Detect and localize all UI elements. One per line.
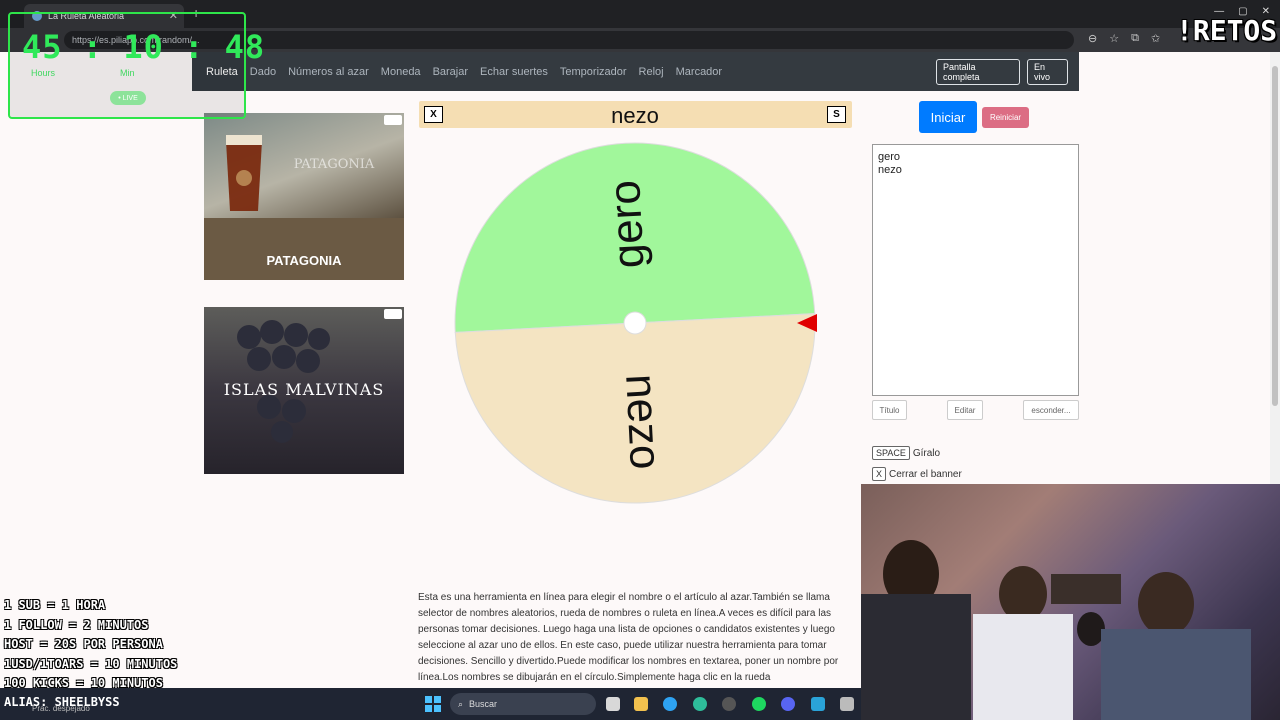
- favorite-icon[interactable]: ☆: [1109, 32, 1119, 45]
- result-shortcut-button[interactable]: S: [827, 106, 846, 123]
- rule-line: 1 FOLLOW = 2 MINUTOS: [4, 617, 149, 632]
- result-name: nezo: [611, 103, 659, 128]
- hint-space-text: Gíralo: [912, 447, 941, 459]
- search-icon: ⌕: [458, 698, 464, 709]
- windows-start-icon[interactable]: [425, 696, 441, 712]
- search-placeholder: Buscar: [469, 699, 498, 709]
- webcam-scene: [861, 540, 1251, 720]
- min-label: Min: [120, 68, 135, 78]
- nav-item-moneda[interactable]: Moneda: [381, 66, 421, 78]
- wheel-label-nezo: nezo: [616, 373, 670, 471]
- wheel-label-gero: gero: [600, 179, 654, 270]
- fullscreen-button[interactable]: Pantalla completa: [936, 59, 1020, 85]
- favorites-bar-icon[interactable]: ✩: [1151, 32, 1160, 45]
- nav-item-echar-suertes[interactable]: Echar suertes: [480, 66, 548, 78]
- live-pill: • LIVE: [110, 91, 146, 105]
- hours-label: Hours: [31, 68, 56, 78]
- wheel-hub[interactable]: [623, 311, 647, 335]
- nav-item-marcador[interactable]: Marcador: [676, 66, 722, 78]
- task-view-icon[interactable]: [606, 697, 620, 711]
- file-explorer-icon[interactable]: [634, 697, 648, 711]
- spotify-icon[interactable]: [752, 697, 766, 711]
- live-button[interactable]: En vivo: [1027, 59, 1068, 85]
- space-key: SPACE: [872, 446, 910, 460]
- edit-button[interactable]: Editar: [947, 400, 983, 420]
- alias-text: ALIAS: SHEELBYSS: [4, 695, 120, 709]
- scrollbar-thumb[interactable]: [1272, 66, 1278, 406]
- rule-line: HOST = 20S POR PERSONA: [4, 637, 163, 651]
- x-key: X: [872, 467, 887, 481]
- roulette-wheel[interactable]: gero nezo: [450, 141, 825, 511]
- nav-item-barajar[interactable]: Barajar: [433, 66, 468, 78]
- webcam-feed: [861, 484, 1280, 720]
- brand-logo: !RETOS: [1176, 14, 1278, 47]
- names-textarea[interactable]: gero nezo: [872, 144, 1079, 396]
- ad-banner-malvinas[interactable]: ISLAS MALVINAS: [204, 307, 404, 474]
- nav-item-temporizador[interactable]: Temporizador: [560, 66, 627, 78]
- ad1-title: PATAGONIA: [266, 253, 342, 268]
- close-result-button[interactable]: X: [424, 106, 443, 123]
- edge-icon[interactable]: [663, 697, 677, 711]
- nav-item-numeros[interactable]: Números al azar: [288, 66, 369, 78]
- reader-icon[interactable]: ⊖: [1088, 32, 1097, 45]
- telegram-icon[interactable]: [811, 697, 825, 711]
- hint-x: X Cerrar el banner: [872, 467, 962, 481]
- hide-button[interactable]: esconder...: [1023, 400, 1079, 420]
- browser-icon[interactable]: [693, 697, 707, 711]
- ad-choices-icon[interactable]: [384, 115, 402, 125]
- ad2-title: ISLAS MALVINAS: [223, 380, 385, 399]
- extensions-icon[interactable]: ⧉: [1131, 32, 1139, 45]
- rule-line: 1 SUB = 1 HORA: [4, 598, 106, 612]
- calculator-icon[interactable]: [840, 697, 854, 711]
- start-button[interactable]: Iniciar: [919, 101, 977, 133]
- taskbar-search[interactable]: ⌕ Buscar: [450, 693, 596, 715]
- toolbar-icons: ⊖ ☆ ⧉ ✩: [1088, 32, 1160, 45]
- ad-choices-icon[interactable]: [384, 309, 402, 319]
- reset-button[interactable]: Reiniciar: [982, 107, 1029, 128]
- stream-rules: 1 SUB = 1 HORA 1 FOLLOW = 2 MINUTOS HOST…: [4, 596, 177, 694]
- ad-banner-patagonia[interactable]: PATAGONIA PATAGONIA: [204, 113, 404, 280]
- hint-space: SPACE Gíralo: [872, 446, 940, 460]
- timer-digits: 45 : 10 : 48: [22, 28, 266, 66]
- discord-icon[interactable]: [781, 697, 795, 711]
- description-text: Esta es una herramienta en línea para el…: [418, 592, 839, 683]
- app-icon[interactable]: [722, 697, 736, 711]
- title-button[interactable]: Título: [872, 400, 907, 420]
- hint-x-text: Cerrar el banner: [889, 468, 962, 480]
- nav-item-dado[interactable]: Dado: [250, 66, 276, 78]
- nav-item-reloj[interactable]: Reloj: [639, 66, 664, 78]
- ad1-watermark: PATAGONIA: [293, 157, 375, 172]
- rule-line: 1USD/1TOARS = 10 MINUTOS: [4, 656, 178, 671]
